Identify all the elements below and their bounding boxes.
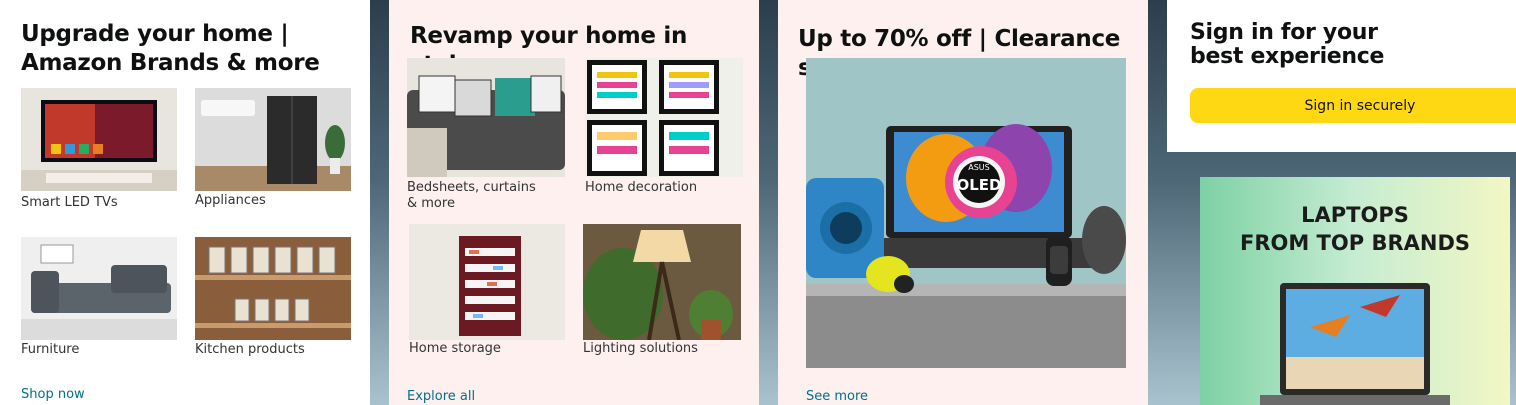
card-clearance-store: Up to 70% off | Clearance store ASUS OLE…	[778, 0, 1148, 405]
tile-label: Lighting solutions	[583, 341, 698, 356]
tile-furniture[interactable]: Furniture	[21, 237, 177, 362]
tile-label: Kitchen products	[195, 342, 305, 357]
oled-badge-text: OLED	[956, 176, 1001, 194]
card-title: Upgrade your home | Amazon Brands & more	[21, 21, 320, 76]
tile-home-storage[interactable]: Home storage	[409, 224, 565, 359]
card-revamp-home: Revamp your home in style Bedsheets, cur…	[389, 0, 759, 405]
tile-appliances[interactable]: Appliances	[195, 88, 351, 213]
laptops-ad-banner[interactable]: LAPTOPS FROM TOP BRANDS	[1200, 177, 1510, 405]
tile-lighting-solutions[interactable]: Lighting solutions	[583, 224, 741, 359]
laptop-ad-image	[1260, 283, 1450, 405]
tile-label: Home decoration	[585, 180, 698, 195]
explore-all-link[interactable]: Explore all	[407, 389, 475, 404]
tile-smart-led-tvs[interactable]: Smart LED TVs	[21, 88, 177, 213]
see-more-link[interactable]: See more	[806, 389, 868, 404]
sign-in-securely-button[interactable]: Sign in securely	[1190, 88, 1516, 123]
laptop-gadgets-image: ASUS OLED	[806, 58, 1126, 368]
tile-kitchen-products[interactable]: Kitchen products	[195, 237, 351, 362]
shop-now-link[interactable]: Shop now	[21, 387, 85, 402]
sofa-image	[21, 237, 177, 340]
lamp-image	[583, 224, 741, 340]
tile-label: Appliances	[195, 193, 266, 208]
tile-label: Bedsheets, curtains & more	[407, 180, 536, 211]
card-upgrade-home: Upgrade your home | Amazon Brands & more…	[0, 0, 370, 405]
kitchen-jars-image	[195, 237, 351, 340]
tile-label: Furniture	[21, 342, 80, 357]
pillows-sofa-image	[407, 58, 565, 177]
signin-card: Sign in for your best experience Sign in…	[1167, 0, 1516, 152]
tile-bedsheets[interactable]: Bedsheets, curtains & more	[407, 58, 565, 211]
appliances-image	[195, 88, 351, 191]
signin-title: Sign in for your best experience	[1190, 20, 1385, 69]
brand-text: ASUS	[968, 163, 989, 172]
tile-label: Home storage	[409, 341, 501, 356]
shoe-rack-image	[409, 224, 565, 340]
tv-image	[21, 88, 177, 191]
clearance-product-image[interactable]: ASUS OLED	[806, 58, 1126, 368]
tile-home-decoration[interactable]: Home decoration	[585, 58, 743, 208]
tile-label: Smart LED TVs	[21, 195, 118, 210]
wall-frames-image	[585, 58, 743, 177]
